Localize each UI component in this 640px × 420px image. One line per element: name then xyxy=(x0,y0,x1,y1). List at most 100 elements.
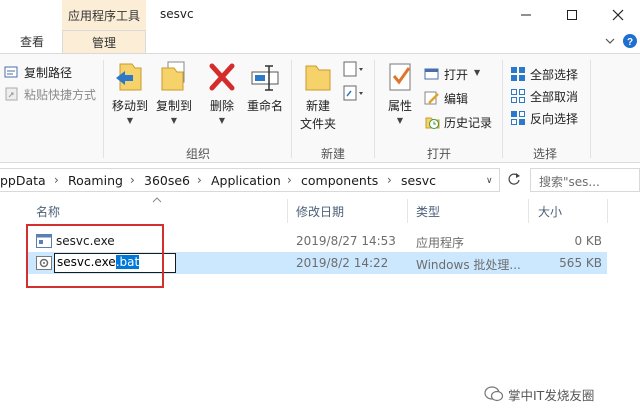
ribbon: 复制路径 粘贴快捷方式 移动到 ▼ 复制到 ▼ 删除 ▼ 重命名 组织 新建 文… xyxy=(0,53,640,163)
group-separator xyxy=(103,60,104,158)
breadcrumb-separator-icon[interactable]: › xyxy=(197,173,202,187)
select-none-icon xyxy=(511,89,525,103)
move-to-label: 移动到 xyxy=(111,99,148,113)
copy-path-icon xyxy=(4,66,18,78)
new-folder-label-line2: 文件夹 xyxy=(299,117,336,131)
new-item-icon xyxy=(343,61,363,77)
close-button[interactable] xyxy=(595,0,640,30)
column-header-modified[interactable]: 修改日期 xyxy=(296,203,344,220)
refresh-button[interactable] xyxy=(504,168,524,192)
breadcrumb-separator-icon[interactable]: › xyxy=(287,173,292,187)
chevron-down-icon: ▼ xyxy=(170,116,178,125)
column-separator[interactable] xyxy=(607,199,608,223)
ribbon-collapse-button[interactable] xyxy=(602,33,618,49)
properties-label: 属性 xyxy=(387,99,412,113)
address-row: ppData › Roaming › 360se6 › Application … xyxy=(0,163,640,197)
search-input[interactable]: 搜索"ses... xyxy=(530,168,640,192)
open-label: 打开 xyxy=(444,68,469,82)
easy-access-icon xyxy=(343,85,363,101)
window-title: sesvc xyxy=(160,7,194,21)
rename-button[interactable]: 重命名 xyxy=(244,60,286,144)
sort-arrow-icon xyxy=(152,197,162,203)
context-tab-header: 应用程序工具 xyxy=(62,0,146,30)
breadcrumb-item[interactable]: Roaming xyxy=(68,173,123,188)
new-folder-button[interactable]: 新建 文件夹 xyxy=(296,60,340,144)
properties-button[interactable]: 属性 ▼ xyxy=(380,60,420,144)
edit-label: 编辑 xyxy=(444,92,469,106)
file-size: 0 KB xyxy=(574,234,602,248)
breadcrumb-item[interactable]: components xyxy=(301,173,378,188)
group-label-organize: 组织 xyxy=(185,147,210,161)
history-icon xyxy=(425,117,440,129)
column-header-type[interactable]: 类型 xyxy=(416,203,440,220)
move-to-button[interactable]: 移动到 ▼ xyxy=(108,60,152,144)
group-label-open: 打开 xyxy=(426,147,451,161)
help-button[interactable]: ? xyxy=(622,33,638,49)
file-type: Windows 批处理... xyxy=(416,258,521,272)
address-bar[interactable]: ppData › Roaming › 360se6 › Application … xyxy=(0,168,500,192)
column-header-name[interactable]: 名称 xyxy=(36,203,60,220)
group-label-new: 新建 xyxy=(320,147,345,161)
edit-icon xyxy=(424,91,439,105)
breadcrumb-separator-icon[interactable]: › xyxy=(387,173,392,187)
rename-label: 重命名 xyxy=(246,99,283,113)
copy-to-button[interactable]: 复制到 ▼ xyxy=(152,60,196,144)
column-separator[interactable] xyxy=(407,199,408,223)
history-label: 历史记录 xyxy=(444,116,493,130)
chevron-down-icon: ▼ xyxy=(396,116,404,125)
annotation-highlight-frame xyxy=(26,224,164,288)
chevron-down-icon: ▼ xyxy=(474,68,481,77)
file-type: 应用程序 xyxy=(416,236,465,250)
minimize-icon xyxy=(521,14,531,16)
new-folder-label-line1: 新建 xyxy=(305,99,330,113)
file-modified: 2019/8/2 14:22 xyxy=(296,256,389,270)
group-label-select: 选择 xyxy=(532,147,557,161)
column-header-size[interactable]: 大小 xyxy=(538,203,562,220)
breadcrumb-item[interactable]: ppData xyxy=(0,173,46,188)
select-all-label: 全部选择 xyxy=(530,68,579,82)
invert-selection-icon xyxy=(511,111,525,125)
move-to-icon xyxy=(116,63,142,91)
breadcrumb-separator-icon[interactable]: › xyxy=(130,173,135,187)
maximize-icon xyxy=(567,10,577,20)
chevron-down-icon: ▼ xyxy=(218,116,226,125)
chevron-down-icon xyxy=(605,38,615,44)
title-bar: 应用程序工具 sesvc xyxy=(0,0,640,30)
minimize-button[interactable] xyxy=(503,0,549,30)
tab-manage-label: 管理 xyxy=(91,36,116,50)
delete-icon xyxy=(209,63,235,91)
group-separator xyxy=(291,60,292,158)
group-separator xyxy=(374,60,375,158)
new-item-button[interactable] xyxy=(340,60,366,110)
tab-view[interactable]: 查看 xyxy=(20,33,44,50)
new-folder-icon xyxy=(305,65,331,91)
maximize-button[interactable] xyxy=(549,0,595,30)
properties-icon xyxy=(389,63,411,91)
tab-manage[interactable]: 管理 xyxy=(62,30,146,54)
chevron-down-icon[interactable]: ∨ xyxy=(486,176,493,186)
context-tab-header-label: 应用程序工具 xyxy=(67,9,140,23)
chevron-down-icon: ▼ xyxy=(126,116,134,125)
breadcrumb-separator-icon[interactable]: › xyxy=(54,173,59,187)
group-separator xyxy=(590,60,591,158)
search-placeholder: 搜索"ses... xyxy=(539,175,600,189)
wechat-logo-icon xyxy=(484,386,504,402)
watermark-text: 掌中IT发烧友圈 xyxy=(508,388,595,403)
breadcrumb-item[interactable]: Application xyxy=(211,173,281,188)
copy-to-icon xyxy=(161,61,185,91)
breadcrumb-item[interactable]: sesvc xyxy=(401,173,436,188)
close-icon xyxy=(612,9,624,21)
select-none-label: 全部取消 xyxy=(530,90,579,104)
breadcrumb-item[interactable]: 360se6 xyxy=(144,173,190,188)
invert-selection-label: 反向选择 xyxy=(530,112,579,126)
rename-icon xyxy=(251,65,279,91)
paste-shortcut-label: 粘贴快捷方式 xyxy=(24,88,97,102)
help-icon: ? xyxy=(623,34,637,48)
refresh-icon xyxy=(508,173,520,185)
svg-text:?: ? xyxy=(627,37,633,48)
delete-button[interactable]: 删除 ▼ xyxy=(202,60,242,144)
copy-to-label: 复制到 xyxy=(155,99,192,113)
paste-shortcut-icon xyxy=(5,87,18,101)
column-separator[interactable] xyxy=(287,199,288,223)
column-separator[interactable] xyxy=(528,199,529,223)
